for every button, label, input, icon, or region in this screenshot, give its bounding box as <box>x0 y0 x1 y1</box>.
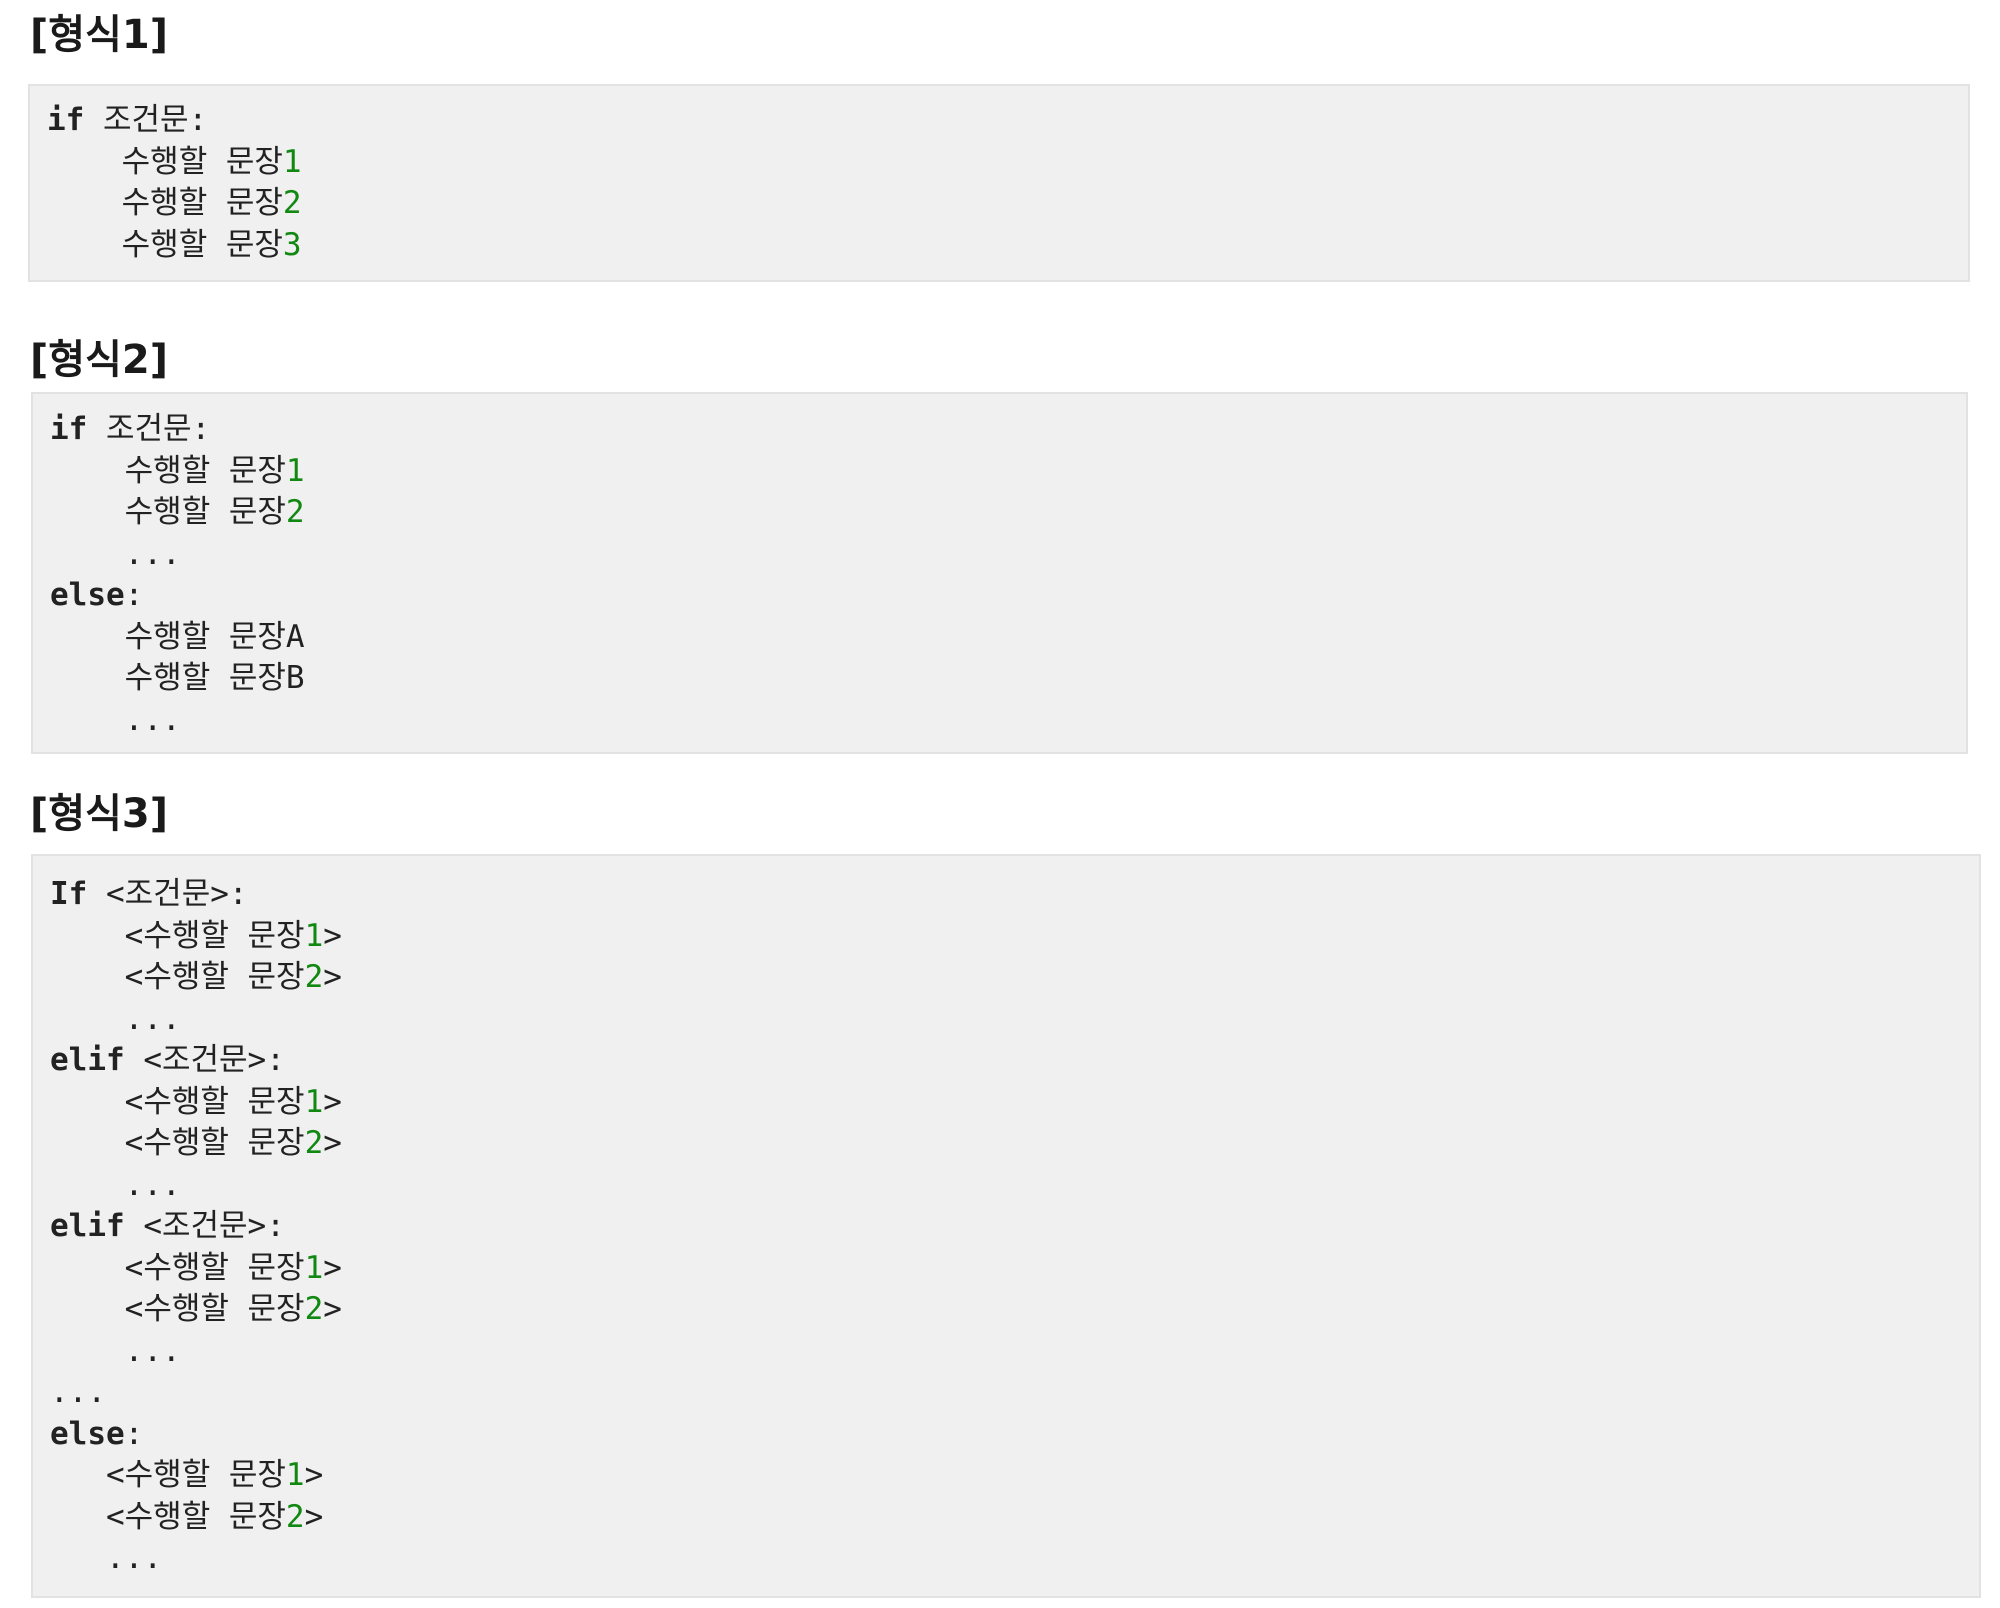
code-text: : <box>124 1415 144 1452</box>
code-number: 1 <box>285 452 305 489</box>
code-text: 수행할 문장 <box>47 143 283 180</box>
code-number: 1 <box>304 1249 324 1286</box>
code-line: <수행할 문장1> <box>50 1082 1979 1124</box>
code-line: ... <box>50 534 1966 576</box>
code-number: 1 <box>282 143 302 180</box>
code-text: 수행할 문장 <box>50 452 286 489</box>
code-line: <수행할 문장1> <box>50 916 1979 958</box>
code-text: <조건문>: <box>124 1042 285 1078</box>
code-text: <수행할 문장 <box>50 1457 286 1493</box>
code-text: ... <box>50 701 181 738</box>
code-block-format2: if 조건문: 수행할 문장1 수행할 문장2 ... else: 수행할 문장A… <box>31 392 1968 754</box>
code-keyword: if <box>50 411 88 447</box>
code-line: elif <조건문>: <box>50 1206 1979 1248</box>
code-text: <수행할 문장 <box>50 959 305 995</box>
code-keyword: elif <box>50 1042 125 1078</box>
code-line: 수행할 문장B <box>50 658 1966 700</box>
code-line: ... <box>50 700 1966 742</box>
code-number: 1 <box>304 1083 324 1120</box>
code-number: 1 <box>304 917 324 954</box>
code-text: <수행할 문장 <box>50 1125 305 1161</box>
code-text: > <box>304 1457 324 1493</box>
code-text: ... <box>50 535 181 572</box>
code-line: elif <조건문>: <box>50 1040 1979 1082</box>
code-text: 조건문: <box>87 411 211 447</box>
code-number: 1 <box>285 1457 305 1493</box>
section-title-format2: [형식2] <box>30 337 168 383</box>
code-line: ... <box>50 1372 1979 1414</box>
code-keyword: else <box>50 577 125 613</box>
code-keyword: else <box>50 1415 125 1452</box>
code-line: <수행할 문장1> <box>50 1455 1979 1497</box>
code-line: 수행할 문장2 <box>47 183 1968 225</box>
code-number: 2 <box>285 1498 305 1535</box>
code-text: <수행할 문장 <box>50 917 305 954</box>
code-text: <수행할 문장 <box>50 1291 305 1327</box>
code-line: 수행할 문장1 <box>47 142 1968 184</box>
code-block-format3: If <조건문>: <수행할 문장1> <수행할 문장2> ... elif <조… <box>31 854 1981 1598</box>
code-number: 2 <box>304 1125 324 1161</box>
code-line: else: <box>50 575 1966 617</box>
code-number: 2 <box>285 494 305 530</box>
code-line: ... <box>50 1165 1979 1207</box>
code-number: 2 <box>304 1291 324 1327</box>
code-text: > <box>323 1249 342 1286</box>
code-text: > <box>323 1125 342 1161</box>
code-line: <수행할 문장2> <box>50 1497 1979 1539</box>
code-line: if 조건문: <box>47 100 1968 142</box>
code-keyword: elif <box>50 1208 125 1244</box>
code-text: : <box>124 577 144 613</box>
code-line: 수행할 문장2 <box>50 492 1966 534</box>
code-line: else: <box>50 1414 1979 1456</box>
code-text: > <box>323 917 342 954</box>
section-title-format3: [형식3] <box>30 791 168 837</box>
section-title-format1: [형식1] <box>30 12 168 58</box>
code-line: ... <box>50 1538 1979 1580</box>
code-keyword: if <box>47 102 85 138</box>
code-line: <수행할 문장1> <box>50 1248 1979 1290</box>
code-text: <조건문>: <box>124 1208 285 1244</box>
code-text: > <box>323 1083 342 1120</box>
code-line: <수행할 문장2> <box>50 1289 1979 1331</box>
code-text: <조건문>: <box>87 876 248 912</box>
code-number: 2 <box>304 959 324 995</box>
code-text: > <box>323 959 342 995</box>
code-text: 수행할 문장 <box>47 226 283 263</box>
code-line: 수행할 문장A <box>50 617 1966 659</box>
code-line: 수행할 문장1 <box>50 451 1966 493</box>
code-line: <수행할 문장2> <box>50 1123 1979 1165</box>
code-line: ... <box>50 999 1979 1041</box>
code-line: If <조건문>: <box>50 874 1979 916</box>
code-text: <수행할 문장 <box>50 1498 286 1535</box>
code-text: > <box>323 1291 342 1327</box>
code-text: <수행할 문장 <box>50 1249 305 1286</box>
code-number: 3 <box>282 226 302 263</box>
code-text: ... <box>50 1332 181 1369</box>
code-text: ... <box>50 1000 181 1037</box>
code-line: 수행할 문장3 <box>47 225 1968 267</box>
code-keyword: If <box>50 876 88 912</box>
code-text: ... <box>50 1540 162 1576</box>
code-line: <수행할 문장2> <box>50 957 1979 999</box>
code-line: ... <box>50 1331 1979 1373</box>
code-text: <수행할 문장 <box>50 1083 305 1120</box>
code-text: ... <box>50 1374 106 1410</box>
code-text: > <box>304 1498 324 1535</box>
code-text: 수행할 문장 <box>47 185 283 221</box>
code-text: 조건문: <box>84 102 208 138</box>
code-text: 수행할 문장B <box>50 660 305 696</box>
code-number: 2 <box>282 185 302 221</box>
code-block-format1: if 조건문: 수행할 문장1 수행할 문장2 수행할 문장3 <box>28 84 1970 282</box>
code-text: ... <box>50 1166 181 1203</box>
code-text: 수행할 문장A <box>50 618 305 655</box>
code-line: if 조건문: <box>50 409 1966 451</box>
code-text: 수행할 문장 <box>50 494 286 530</box>
